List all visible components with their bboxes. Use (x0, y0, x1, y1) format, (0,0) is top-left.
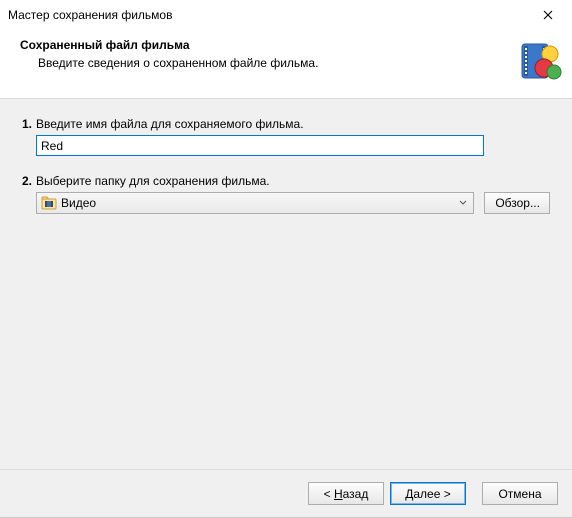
window-title: Мастер сохранения фильмов (8, 8, 526, 22)
step1-row: 1. Введите имя файла для сохраняемого фи… (22, 117, 550, 156)
wizard-window: Мастер сохранения фильмов Сохраненный фа… (0, 0, 572, 518)
chevron-down-icon (455, 199, 471, 207)
step2-number: 2. (22, 174, 36, 188)
folder-combobox[interactable]: Видео (36, 192, 474, 214)
step1-label-line: 1. Введите имя файла для сохраняемого фи… (22, 117, 550, 131)
close-icon (543, 10, 553, 20)
folder-row: Видео Обзор... (36, 192, 550, 214)
wizard-footer: < Назад Далее > Отмена (0, 469, 572, 517)
wizard-content: 1. Введите имя файла для сохраняемого фи… (0, 99, 572, 469)
step2-label: Выберите папку для сохранения фильма. (36, 174, 270, 188)
folder-selected: Видео (61, 196, 455, 210)
next-label: Далее > (405, 487, 451, 501)
video-folder-icon (41, 195, 57, 211)
step2-label-line: 2. Выберите папку для сохранения фильма. (22, 174, 550, 188)
cancel-button[interactable]: Отмена (482, 482, 558, 505)
header-subtitle: Введите сведения о сохраненном файле фил… (20, 56, 508, 70)
next-button[interactable]: Далее > (390, 482, 466, 505)
step1-number: 1. (22, 117, 36, 131)
header-title: Сохраненный файл фильма (20, 38, 508, 52)
back-label: < Назад (324, 487, 369, 501)
movie-maker-icon (516, 38, 562, 84)
wizard-header: Сохраненный файл фильма Введите сведения… (0, 30, 572, 99)
header-text: Сохраненный файл фильма Введите сведения… (20, 38, 508, 70)
titlebar: Мастер сохранения фильмов (0, 0, 572, 30)
step2-row: 2. Выберите папку для сохранения фильма. (22, 174, 550, 214)
filename-input[interactable] (36, 135, 484, 156)
close-button[interactable] (526, 1, 570, 29)
browse-button[interactable]: Обзор... (484, 192, 550, 214)
back-button[interactable]: < Назад (308, 482, 384, 505)
step1-label: Введите имя файла для сохраняемого фильм… (36, 117, 304, 131)
